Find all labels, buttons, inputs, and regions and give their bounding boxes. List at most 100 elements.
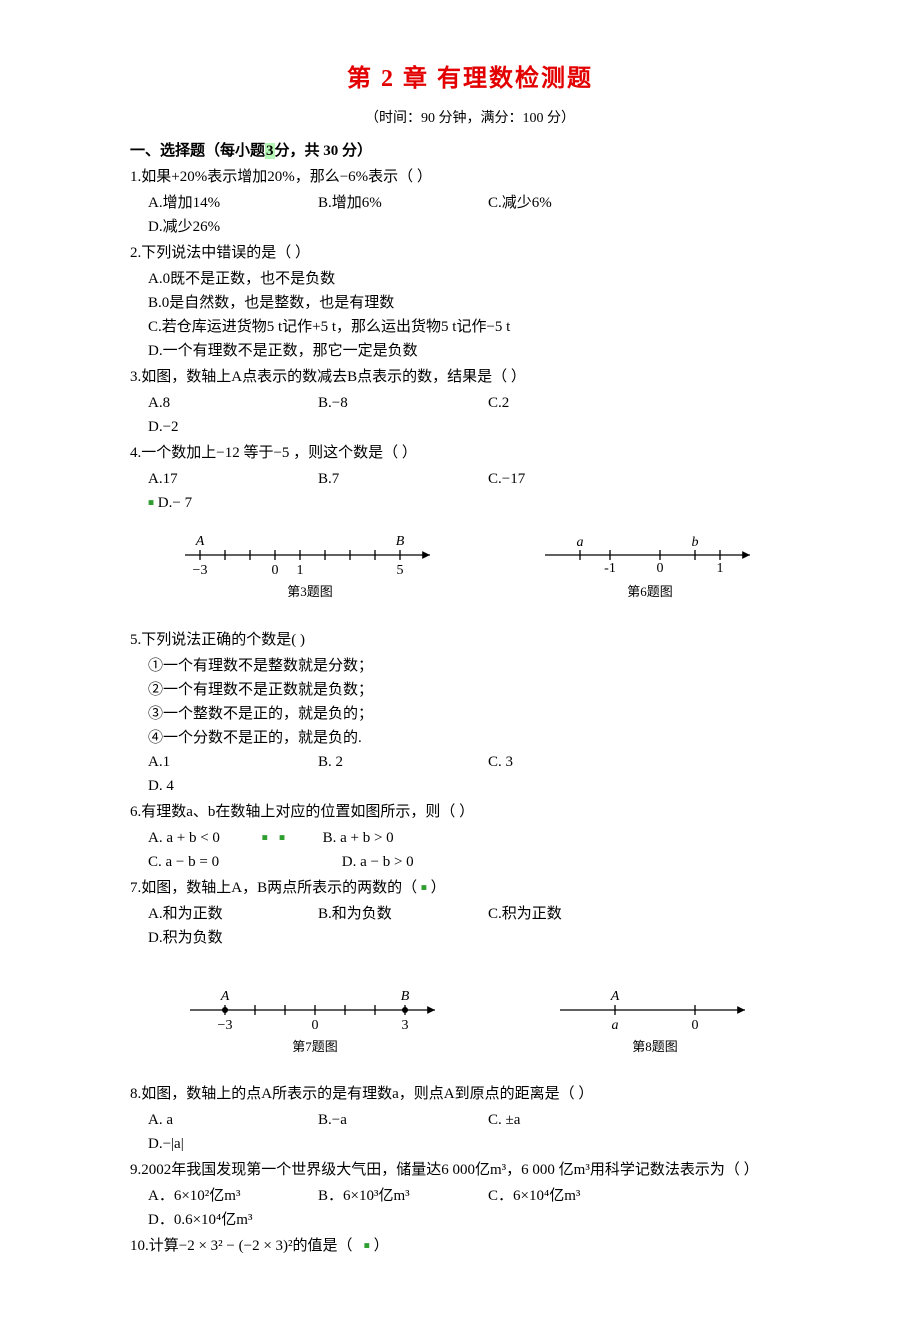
q8-opt-a: A. a (148, 1108, 308, 1132)
green-dot-icon: ■ (262, 832, 268, 843)
figure-row-1: A −3 0 1 B 5 第3题图 a -1 0 b 1 第6题图 (130, 530, 810, 603)
q10-tail: ） (374, 1238, 389, 1254)
fig3-block: A −3 0 1 B 5 第3题图 (180, 530, 440, 603)
fig6-negone: -1 (604, 561, 616, 576)
section-head-pre: 一、选择题（每小题 (130, 143, 265, 159)
q6-opts-row2: C. a − b = 0 D. a − b > 0 (148, 850, 810, 874)
q5-s2: ②一个有理数不是正数就是负数； (148, 678, 810, 702)
q7-text: 7.如图，数轴上A，B两点所表示的两数的（ (130, 880, 417, 896)
q5-s4: ④一个分数不是正的，就是负的. (148, 726, 810, 750)
q9-opt-c: C．6×10⁴亿m³ (488, 1184, 648, 1208)
fig8-zero: 0 (692, 1018, 699, 1033)
section-heading: 一、选择题（每小题3分，共 30 分） (130, 139, 810, 163)
q6-opt-b: B. a + b > 0 (323, 830, 394, 846)
fig7-B-val: 3 (402, 1018, 409, 1033)
q1-opt-b: B.增加6% (318, 191, 478, 215)
green-dot-icon: ■ (279, 832, 285, 843)
q10-text: 10.计算−2 × 3² − (−2 × 3)²的值是（ (130, 1238, 353, 1254)
q5-s1: ①一个有理数不是整数就是分数； (148, 654, 810, 678)
fig3-A-val: −3 (193, 563, 208, 578)
q4-options: A.17 B.7 C.−17 ■ D.− 7 (148, 467, 810, 515)
q2-opt-d: D.一个有理数不是正数，那它一定是负数 (148, 339, 810, 363)
q4-opt-d: ■ D.− 7 (148, 491, 308, 515)
q8-opt-b: B.−a (318, 1108, 478, 1132)
q5-opt-c: C. 3 (488, 750, 648, 774)
q2-text: 2.下列说法中错误的是（ ） (130, 241, 810, 265)
q7-tail: ） (431, 880, 446, 896)
q7-opt-b: B.和为负数 (318, 902, 478, 926)
q3-opt-a: A.8 (148, 391, 308, 415)
q9-text: 9.2002年我国发现第一个世界级大气田，储量达6 000亿m³，6 000 亿… (130, 1158, 810, 1182)
fig3-A-letter: A (195, 534, 205, 549)
q6-opt-a: A. a + b < 0 (148, 826, 258, 850)
q9-opt-b: B．6×10³亿m³ (318, 1184, 478, 1208)
fig3-one: 1 (297, 563, 304, 578)
fig6-b: b (692, 535, 699, 550)
q6-text: 6.有理数a、b在数轴上对应的位置如图所示，则（ ） (130, 800, 810, 824)
fig7-block: A −3 0 B 3 第7题图 (185, 985, 445, 1058)
fig7-A-letter: A (220, 989, 230, 1004)
q9-opt-d: D．0.6×10⁴亿m³ (148, 1208, 308, 1232)
exam-meta: （时间：90 分钟，满分：100 分） (130, 108, 810, 130)
q1-opt-c: C.减少6% (488, 191, 648, 215)
fig6-zero: 0 (657, 561, 664, 576)
figure-row-2: A −3 0 B 3 第7题图 A a 0 第8题图 (130, 985, 810, 1058)
q5-text: 5.下列说法正确的个数是( ) (130, 628, 810, 652)
fig6-block: a -1 0 b 1 第6题图 (540, 530, 760, 603)
q7-line: 7.如图，数轴上A，B两点所表示的两数的（ ■ ） (130, 876, 810, 900)
q1-opt-a: A.增加14% (148, 191, 308, 215)
q6-opts-row1: A. a + b < 0 ■ ■ B. a + b > 0 (148, 826, 810, 850)
q7-options: A.和为正数 B.和为负数 C.积为正数 D.积为负数 (148, 902, 810, 950)
fig3-numberline: A −3 0 1 B 5 (180, 530, 440, 580)
q8-text: 8.如图，数轴上的点A所表示的是有理数a，则点A到原点的距离是（ ） (130, 1082, 810, 1106)
fig7-B-letter: B (401, 989, 410, 1004)
q3-opt-d: D.−2 (148, 415, 308, 439)
q7-opt-c: C.积为正数 (488, 902, 648, 926)
q10-line: 10.计算−2 × 3² − (−2 × 3)²的值是（ ■ ） (130, 1234, 810, 1258)
q1-options: A.增加14% B.增加6% C.减少6% D.减少26% (148, 191, 810, 239)
q6-opt-c: C. a − b = 0 (148, 850, 338, 874)
q4-opt-d-text: D.− 7 (158, 495, 192, 511)
q2-opt-b: B.0是自然数，也是整数，也是有理数 (148, 291, 810, 315)
fig6-one: 1 (717, 561, 724, 576)
fig3-label: 第3题图 (287, 582, 333, 603)
fig7-label: 第7题图 (292, 1037, 338, 1058)
q1-text: 1.如果+20%表示增加20%，那么−6%表示（ ） (130, 165, 810, 189)
fig8-numberline: A a 0 (555, 985, 755, 1035)
q5-opt-b: B. 2 (318, 750, 478, 774)
q9-opt-a: A．6×10²亿m³ (148, 1184, 308, 1208)
q9-options: A．6×10²亿m³ B．6×10³亿m³ C．6×10⁴亿m³ D．0.6×1… (148, 1184, 810, 1232)
fig8-label: 第8题图 (632, 1037, 678, 1058)
fig3-zero: 0 (272, 563, 279, 578)
q5-opt-d: D. 4 (148, 774, 308, 798)
fig8-A-letter: A (610, 989, 620, 1004)
fig6-numberline: a -1 0 b 1 (540, 530, 760, 580)
fig3-B-letter: B (396, 534, 405, 549)
q8-opt-c: C. ±a (488, 1108, 648, 1132)
fig8-a-val: a (612, 1018, 619, 1033)
q4-opt-c: C.−17 (488, 467, 648, 491)
q5-s3: ③一个整数不是正的，就是负的； (148, 702, 810, 726)
section-head-highlight: 3 (265, 143, 275, 159)
green-dot-icon: ■ (421, 882, 427, 893)
q7-opt-d: D.积为负数 (148, 926, 308, 950)
q2-opt-c: C.若仓库运进货物5 t记作+5 t，那么运出货物5 t记作−5 t (148, 315, 810, 339)
section-head-tail: 分，共 30 分） (275, 143, 373, 159)
green-dot-icon: ■ (148, 497, 154, 508)
green-dot-icon: ■ (364, 1241, 370, 1252)
q4-opt-b: B.7 (318, 467, 478, 491)
fig3-B-val: 5 (397, 563, 404, 578)
fig7-zero: 0 (312, 1018, 319, 1033)
q3-text: 3.如图，数轴上A点表示的数减去B点表示的数，结果是（ ） (130, 365, 810, 389)
q3-opt-b: B.−8 (318, 391, 478, 415)
q3-opt-c: C.2 (488, 391, 648, 415)
fig7-numberline: A −3 0 B 3 (185, 985, 445, 1035)
q1-opt-d: D.减少26% (148, 215, 308, 239)
q5-options: A.1 B. 2 C. 3 D. 4 (148, 750, 810, 798)
q5-opt-a: A.1 (148, 750, 308, 774)
q8-opt-d: D.−|a| (148, 1132, 308, 1156)
q6-opt-d: D. a − b > 0 (342, 854, 414, 870)
q2-opt-a: A.0既不是正数，也不是负数 (148, 267, 810, 291)
q4-text: 4.一个数加上−12 等于−5 ，则这个数是（ ） (130, 441, 810, 465)
fig6-label: 第6题图 (627, 582, 673, 603)
